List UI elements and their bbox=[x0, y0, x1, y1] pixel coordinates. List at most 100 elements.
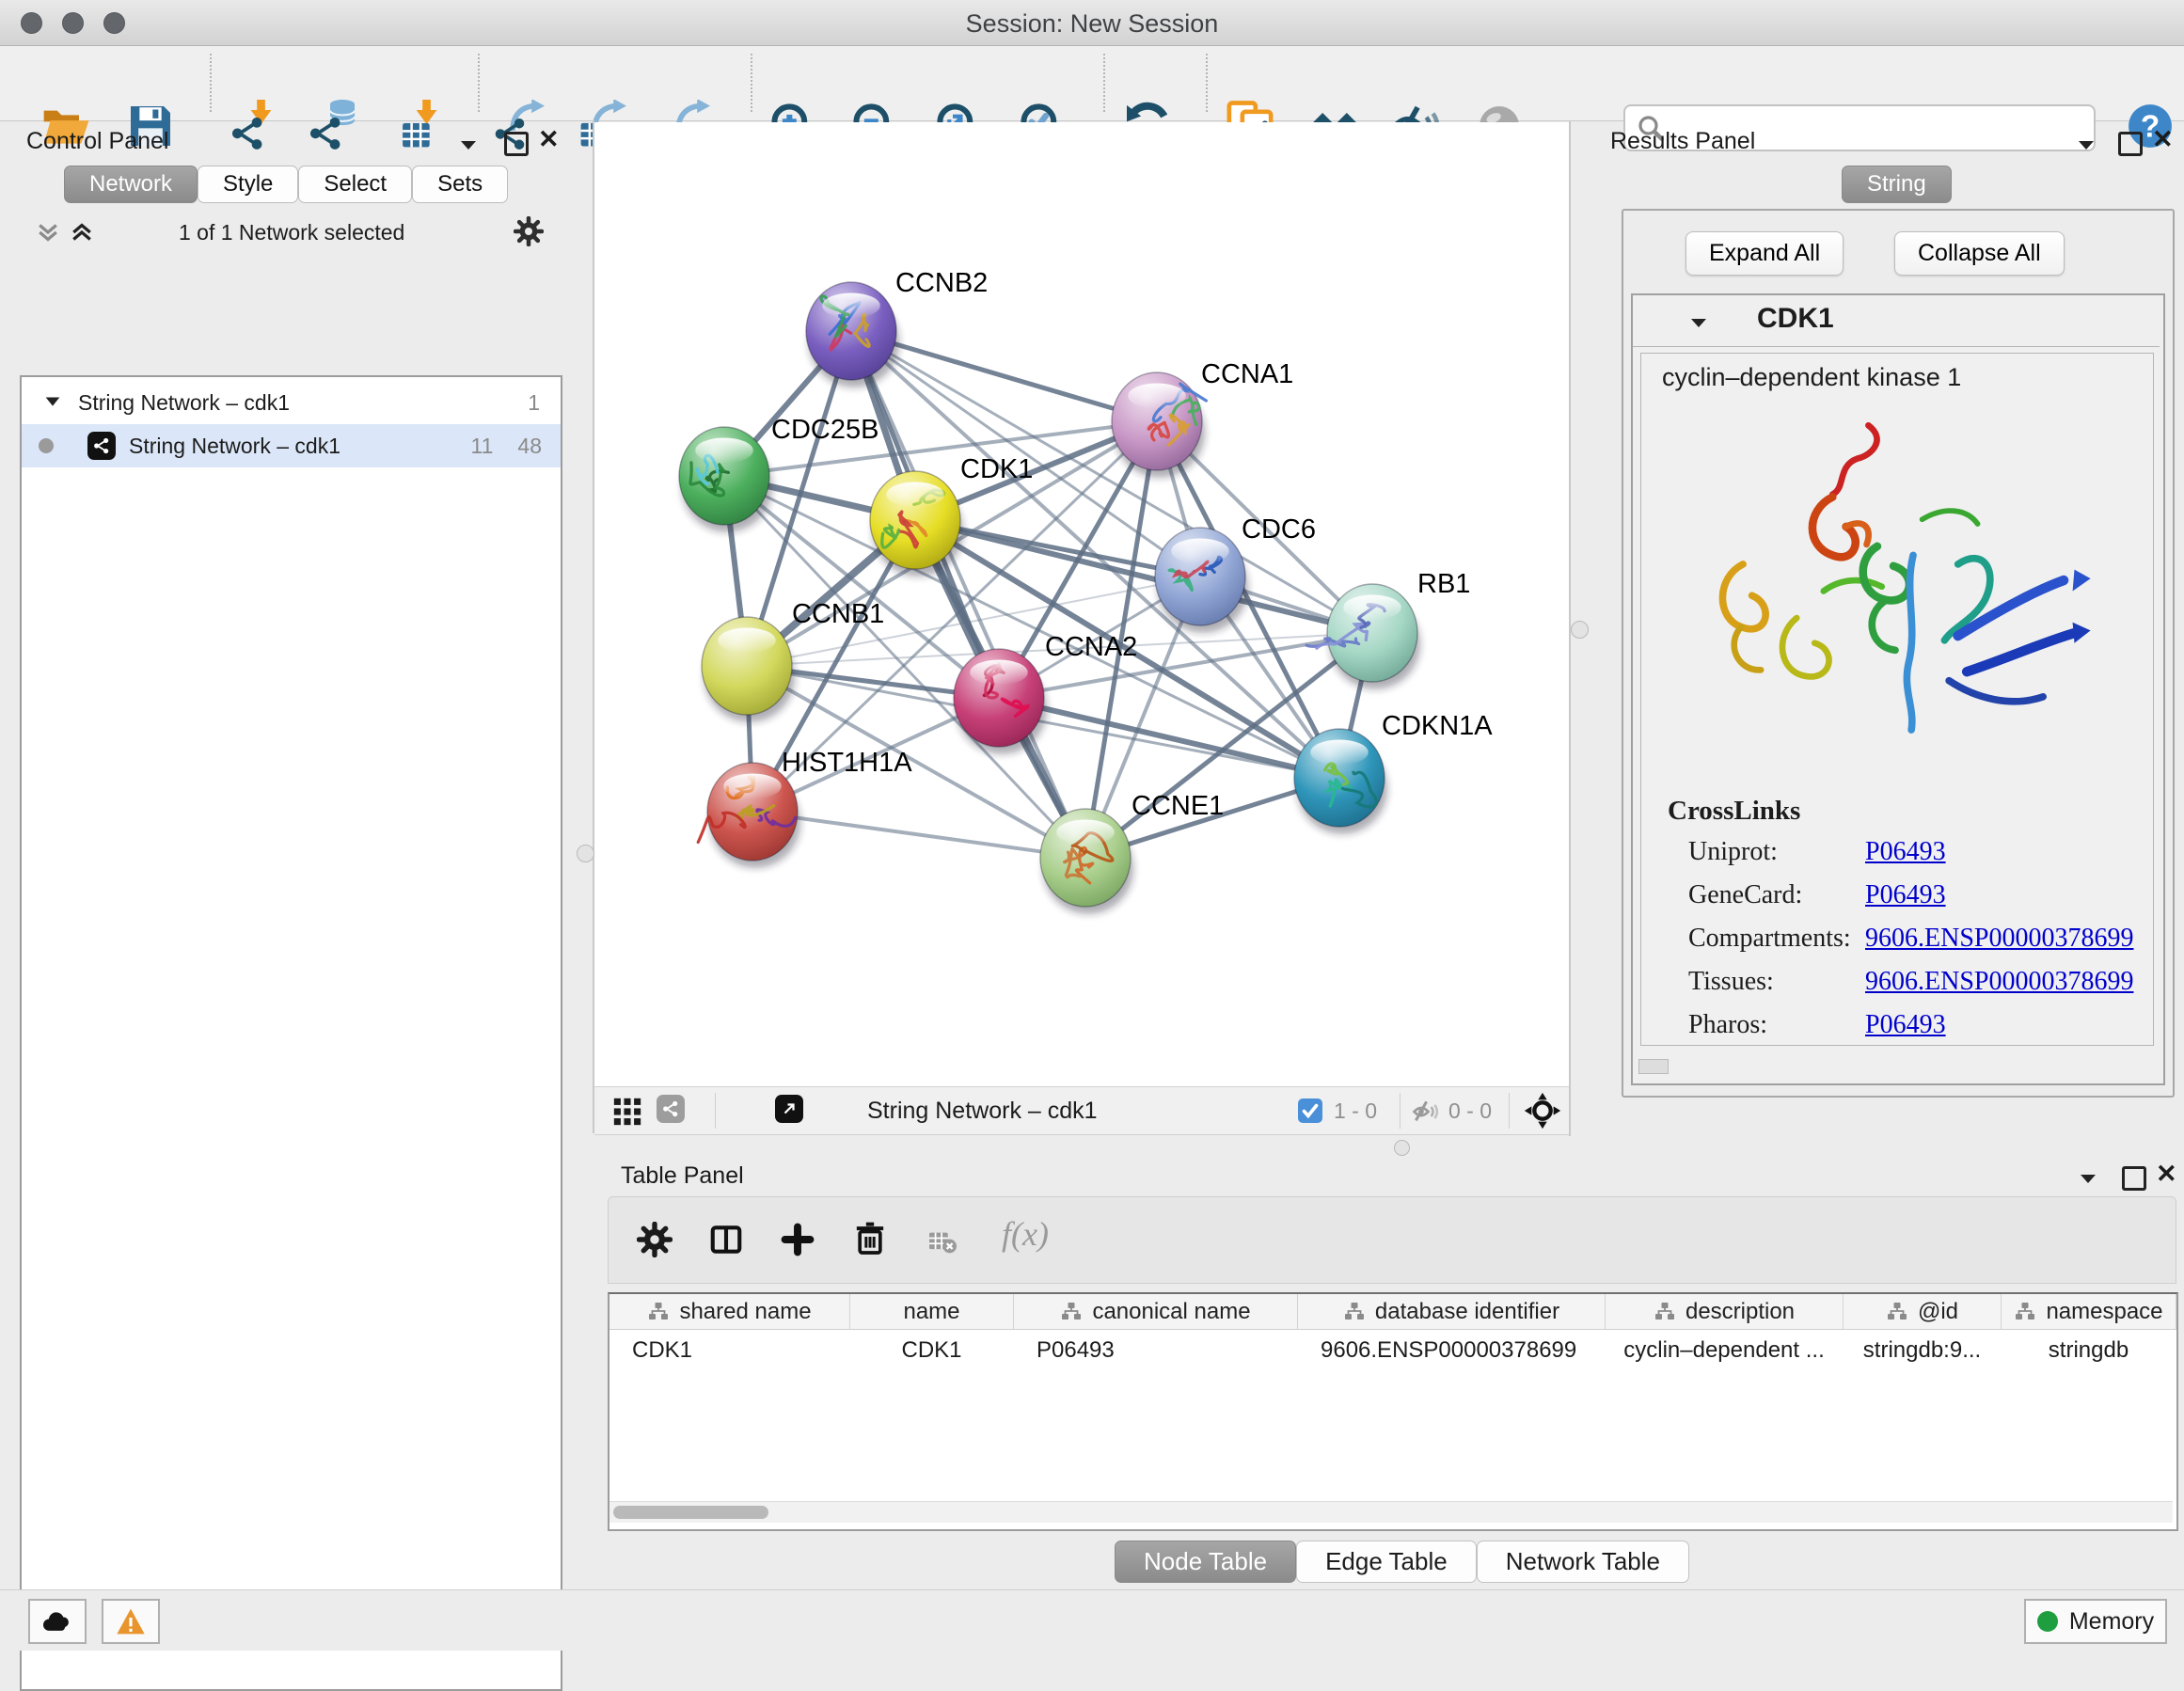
toolbar-separator bbox=[1103, 54, 1105, 112]
column-header[interactable]: database identifier bbox=[1298, 1294, 1606, 1329]
tree-column-icon bbox=[1654, 1301, 1676, 1323]
network-badge-icon[interactable] bbox=[657, 1095, 685, 1123]
right-splitter-handle[interactable] bbox=[1571, 621, 1589, 639]
network-collection-row[interactable]: String Network – cdk1 1 bbox=[22, 381, 561, 424]
birds-eye-view-icon[interactable] bbox=[1524, 1092, 1561, 1130]
network-node-CDK1[interactable]: CDK1 bbox=[870, 454, 1033, 577]
delete-column-icon[interactable] bbox=[851, 1220, 889, 1257]
column-header[interactable]: shared name bbox=[609, 1294, 850, 1329]
network-node-CDC25B[interactable]: CDC25B bbox=[679, 415, 878, 532]
show-columns-icon[interactable] bbox=[708, 1222, 744, 1257]
collapse-all-button[interactable]: Collapse All bbox=[1894, 231, 2065, 276]
tab-sets[interactable]: Sets bbox=[412, 166, 508, 203]
function-builder-icon[interactable]: f(x) bbox=[1002, 1214, 1049, 1254]
table-row[interactable]: CDK1CDK1P064939606.ENSP00000378699cyclin… bbox=[609, 1330, 2176, 1371]
network-node-CCNE1[interactable]: CCNE1 bbox=[1040, 791, 1224, 914]
tab-select[interactable]: Select bbox=[298, 166, 412, 203]
network-view-toolbar: String Network – cdk1 1 - 0 0 - 0 bbox=[594, 1086, 1569, 1135]
warnings-button[interactable] bbox=[102, 1599, 160, 1644]
column-header[interactable]: canonical name bbox=[1014, 1294, 1298, 1329]
network-edge[interactable] bbox=[999, 698, 1339, 778]
collection-expand-icon[interactable] bbox=[42, 392, 63, 413]
network-node-CDKN1A[interactable]: CDKN1A bbox=[1294, 711, 1493, 834]
table-options-gear-icon[interactable] bbox=[637, 1222, 673, 1257]
table-hscrollbar-thumb[interactable] bbox=[613, 1506, 768, 1519]
create-column-icon[interactable] bbox=[780, 1222, 815, 1257]
expand-all-button[interactable]: Expand All bbox=[1685, 231, 1844, 276]
crosslink-compartments-link[interactable]: 9606.ENSP00000378699 bbox=[1865, 924, 2133, 954]
node-label-CCNB2: CCNB2 bbox=[895, 268, 988, 298]
network-status-dot bbox=[39, 438, 54, 453]
network-node-CCNB2[interactable]: CCNB2 bbox=[806, 268, 988, 387]
table-cell[interactable]: cyclin–dependent ... bbox=[1606, 1330, 1844, 1371]
tab-node-table[interactable]: Node Table bbox=[1115, 1541, 1296, 1583]
table-cell[interactable]: stringdb bbox=[2002, 1330, 2176, 1371]
column-label: @id bbox=[1918, 1299, 1958, 1325]
tab-network[interactable]: Network bbox=[64, 166, 198, 203]
control-panel-float-icon[interactable] bbox=[504, 132, 529, 156]
open-in-new-window-icon[interactable] bbox=[775, 1095, 803, 1123]
column-label: name bbox=[903, 1299, 959, 1325]
collection-label: String Network – cdk1 bbox=[78, 390, 290, 416]
results-hscroll-thumb[interactable] bbox=[1638, 1059, 1669, 1074]
network-panel-gear-icon[interactable] bbox=[514, 216, 544, 246]
column-header[interactable]: name bbox=[850, 1294, 1014, 1329]
tree-column-icon bbox=[2014, 1301, 2036, 1323]
delete-table-icon[interactable] bbox=[925, 1225, 958, 1256]
tab-style[interactable]: Style bbox=[198, 166, 298, 203]
grid-view-icon[interactable] bbox=[611, 1096, 643, 1128]
crosslink-genecard-link[interactable]: P06493 bbox=[1865, 880, 1946, 910]
crosslink-label: Pharos: bbox=[1688, 1010, 1767, 1040]
node-label-CCNA2: CCNA2 bbox=[1045, 632, 1137, 662]
network-node-RB1[interactable]: RB1 bbox=[1306, 569, 1470, 689]
left-splitter-handle[interactable] bbox=[577, 845, 594, 862]
divider bbox=[1633, 346, 2160, 347]
table-cell[interactable]: CDK1 bbox=[609, 1330, 850, 1371]
table-cell[interactable]: P06493 bbox=[1014, 1330, 1298, 1371]
column-header[interactable]: @id bbox=[1844, 1294, 2002, 1329]
table-cell[interactable]: 9606.ENSP00000378699 bbox=[1298, 1330, 1606, 1371]
network-node-HIST1H1A[interactable]: HIST1H1A bbox=[698, 748, 912, 868]
crosslink-pharos-link[interactable]: P06493 bbox=[1865, 1010, 1946, 1040]
table-cell[interactable]: CDK1 bbox=[850, 1330, 1014, 1371]
results-panel-menu-icon[interactable] bbox=[2075, 136, 2097, 153]
network-node-CCNA1[interactable]: CCNA1 bbox=[1112, 359, 1293, 478]
selected-nodes-checkbox-icon[interactable] bbox=[1298, 1098, 1322, 1123]
table-panel-menu-icon[interactable] bbox=[2077, 1170, 2099, 1187]
table-panel-close-icon[interactable]: ✕ bbox=[2156, 1160, 2177, 1189]
collapse-all-networks-icon[interactable] bbox=[34, 218, 62, 246]
tab-edge-table[interactable]: Edge Table bbox=[1296, 1541, 1477, 1583]
crosslink-uniprot-link[interactable]: P06493 bbox=[1865, 837, 1946, 867]
hidden-nodes-eye-slash-icon bbox=[1411, 1098, 1441, 1126]
cloud-status-button[interactable] bbox=[28, 1599, 87, 1644]
control-panel-menu-icon[interactable] bbox=[457, 136, 480, 153]
column-header[interactable]: description bbox=[1606, 1294, 1844, 1329]
control-panel-close-icon[interactable]: ✕ bbox=[538, 125, 560, 154]
network-edge[interactable] bbox=[752, 812, 1085, 858]
crosslink-tissues-link[interactable]: 9606.ENSP00000378699 bbox=[1865, 967, 2133, 997]
protein-structure-image bbox=[1670, 412, 2121, 788]
tab-string[interactable]: String bbox=[1842, 166, 1952, 203]
tab-network-table[interactable]: Network Table bbox=[1477, 1541, 1689, 1583]
crosslink-label: GeneCard: bbox=[1688, 880, 1802, 910]
column-header[interactable]: namespace bbox=[2002, 1294, 2176, 1329]
memory-label: Memory bbox=[2069, 1608, 2154, 1636]
table-panel-float-icon[interactable] bbox=[2122, 1166, 2146, 1191]
memory-button[interactable]: Memory bbox=[2024, 1599, 2167, 1644]
node-table: shared name name canonical namedatabase id… bbox=[608, 1292, 2178, 1531]
table-toolbar: f(x) bbox=[608, 1196, 2176, 1284]
expand-all-networks-icon[interactable] bbox=[68, 218, 96, 246]
string-network-graph[interactable]: CCNB2CCNA1CDC25BCDK1CDC6RB1CCNB1CCNA2CDK… bbox=[594, 122, 1569, 1086]
results-panel-float-icon[interactable] bbox=[2118, 132, 2143, 156]
results-panel-close-icon[interactable]: ✕ bbox=[2152, 125, 2174, 154]
node-label-CCNA1: CCNA1 bbox=[1201, 359, 1293, 389]
separator bbox=[715, 1093, 716, 1129]
network-view-canvas[interactable]: CCNB2CCNA1CDC25BCDK1CDC6RB1CCNB1CCNA2CDK… bbox=[594, 122, 1569, 1086]
table-cell[interactable]: stringdb:9... bbox=[1844, 1330, 2002, 1371]
table-tabs: Node TableEdge TableNetwork Table bbox=[1115, 1541, 1689, 1583]
table-hscrollbar[interactable] bbox=[609, 1501, 2173, 1523]
network-row-selected[interactable]: String Network – cdk1 11 48 bbox=[22, 424, 561, 467]
hidden-count-label: 0 - 0 bbox=[1448, 1098, 1492, 1124]
network-selected-count: 1 of 1 Network selected bbox=[179, 220, 404, 245]
cdk1-collapse-icon[interactable] bbox=[1687, 314, 1710, 331]
